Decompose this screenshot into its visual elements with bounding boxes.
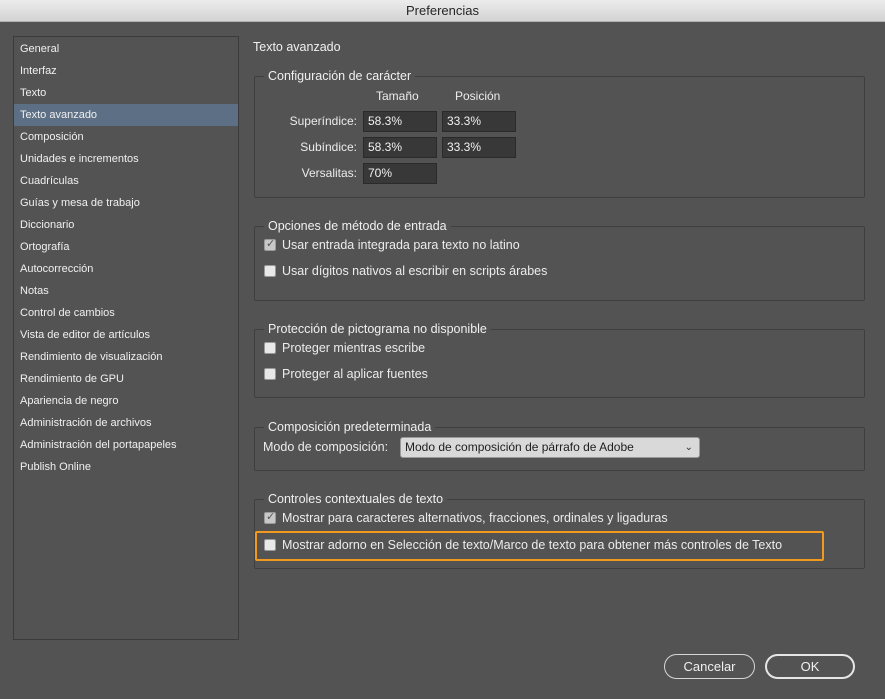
native-digits-checkbox[interactable] <box>264 265 276 277</box>
position-column-header: Posición <box>455 89 501 103</box>
sidebar-item-publish-online[interactable]: Publish Online <box>14 456 238 478</box>
subscript-position-field[interactable]: 33.3% <box>442 137 516 158</box>
sidebar-item-composition[interactable]: Composición <box>14 126 238 148</box>
smallcaps-label: Versalitas: <box>301 166 357 180</box>
composer-mode-value: Modo de composición de párrafo de Adobe <box>405 440 634 454</box>
subscript-label: Subíndice: <box>300 140 357 154</box>
sidebar-item-track-changes[interactable]: Control de cambios <box>14 302 238 324</box>
sidebar-item-autocorrect[interactable]: Autocorrección <box>14 258 238 280</box>
sidebar-item-spelling[interactable]: Ortografía <box>14 236 238 258</box>
protect-typing-label: Proteger mientras escribe <box>282 341 426 355</box>
section-title: Texto avanzado <box>253 40 341 54</box>
sidebar-item-interface[interactable]: Interfaz <box>14 60 238 82</box>
checkmark-icon: ✓ <box>266 511 276 523</box>
sidebar-item-gpu-performance[interactable]: Rendimiento de GPU <box>14 368 238 390</box>
glyph-protection-title: Protección de pictograma no disponible <box>264 321 491 337</box>
integrated-input-label: Usar entrada integrada para texto no lat… <box>282 238 520 252</box>
sidebar-item-advanced-text[interactable]: Texto avanzado <box>14 104 238 126</box>
sidebar-item-units[interactable]: Unidades e incrementos <box>14 148 238 170</box>
chevron-down-icon: ⌄ <box>684 442 693 453</box>
sidebar-item-dictionary[interactable]: Diccionario <box>14 214 238 236</box>
native-digits-option[interactable]: Usar dígitos nativos al escribir en scri… <box>264 263 547 279</box>
show-adornment-label: Mostrar adorno en Selección de texto/Mar… <box>282 538 783 552</box>
window-titlebar: Preferencias <box>0 0 885 22</box>
protect-typing-option[interactable]: Proteger mientras escribe <box>264 340 425 356</box>
integrated-input-checkbox[interactable]: ✓ <box>264 238 276 251</box>
size-column-header: Tamaño <box>376 89 419 103</box>
checkmark-icon: ✓ <box>266 238 276 250</box>
superscript-label: Superíndice: <box>289 114 357 128</box>
protect-typing-checkbox[interactable] <box>264 342 276 354</box>
sidebar-item-clipboard[interactable]: Administración del portapapeles <box>14 434 238 456</box>
superscript-position-field[interactable]: 33.3% <box>442 111 516 132</box>
sidebar-item-text[interactable]: Texto <box>14 82 238 104</box>
sidebar-item-story-editor[interactable]: Vista de editor de artículos <box>14 324 238 346</box>
sidebar-item-guides[interactable]: Guías y mesa de trabajo <box>14 192 238 214</box>
protect-fonts-option[interactable]: Proteger al aplicar fuentes <box>264 366 428 382</box>
window-title: Preferencias <box>406 3 479 18</box>
sidebar-item-file-handling[interactable]: Administración de archivos <box>14 412 238 434</box>
sidebar-item-general[interactable]: General <box>14 38 238 60</box>
ok-button[interactable]: OK <box>765 654 855 679</box>
show-adornment-option[interactable]: Mostrar adorno en Selección de texto/Mar… <box>264 537 782 553</box>
default-composer-title: Composición predeterminada <box>264 419 436 435</box>
composer-mode-select[interactable]: Modo de composición de párrafo de Adobe … <box>400 437 700 458</box>
native-digits-label: Usar dígitos nativos al escribir en scri… <box>282 264 548 278</box>
integrated-input-option[interactable]: ✓ Usar entrada integrada para texto no la… <box>264 237 520 253</box>
cancel-button[interactable]: Cancelar <box>664 654 755 679</box>
superscript-size-field[interactable]: 58.3% <box>363 111 437 132</box>
contextual-controls-title: Controles contextuales de texto <box>264 491 448 507</box>
subscript-size-field[interactable]: 58.3% <box>363 137 437 158</box>
show-adornment-checkbox[interactable] <box>264 539 276 551</box>
input-method-title: Opciones de método de entrada <box>264 218 451 234</box>
protect-fonts-label: Proteger al aplicar fuentes <box>282 367 428 381</box>
sidebar-item-black-appearance[interactable]: Apariencia de negro <box>14 390 238 412</box>
composer-mode-label: Modo de composición: <box>263 440 389 454</box>
preferences-sidebar: General Interfaz Texto Texto avanzado Co… <box>13 36 239 640</box>
smallcaps-size-field[interactable]: 70% <box>363 163 437 184</box>
sidebar-item-display-performance[interactable]: Rendimiento de visualización <box>14 346 238 368</box>
sidebar-item-notes[interactable]: Notas <box>14 280 238 302</box>
show-alternates-option[interactable]: ✓ Mostrar para caracteres alternativos, f… <box>264 510 668 526</box>
sidebar-item-grids[interactable]: Cuadrículas <box>14 170 238 192</box>
protect-fonts-checkbox[interactable] <box>264 368 276 380</box>
show-alternates-checkbox[interactable]: ✓ <box>264 511 276 524</box>
show-alternates-label: Mostrar para caracteres alternativos, fr… <box>282 511 668 525</box>
character-settings-title: Configuración de carácter <box>264 68 416 84</box>
